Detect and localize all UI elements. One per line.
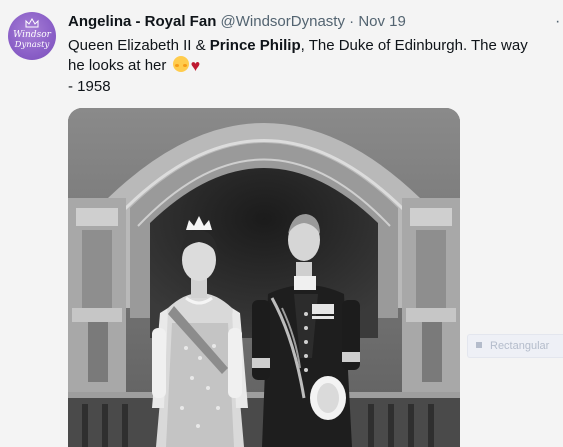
tweet-card[interactable]: Windsor Dynasty Angelina - Royal Fan @Wi… xyxy=(0,0,563,447)
avatar-text-line1: Windsor xyxy=(13,30,51,40)
crown-icon xyxy=(25,18,39,28)
tweet-photo[interactable] xyxy=(68,108,460,447)
avatar-text-line2: Dynasty xyxy=(14,40,50,50)
tweet-text-part1: Queen Elizabeth II & xyxy=(68,37,210,54)
display-name[interactable]: Angelina - Royal Fan xyxy=(68,13,216,30)
rectangular-tag-label: Rectangular xyxy=(490,340,550,352)
smiling-face-with-blush-icon xyxy=(172,56,189,72)
tweet-text-bold: Prince Philip xyxy=(209,37,301,54)
red-heart-icon: ♥ xyxy=(190,58,201,75)
tweet-text-year: - 1958 xyxy=(68,78,111,95)
photo-illustration xyxy=(68,108,460,447)
more-icon[interactable]: · xyxy=(555,12,560,32)
rectangular-tag[interactable]: Rectangular xyxy=(467,334,563,358)
timestamp[interactable]: Nov 19 xyxy=(358,13,406,30)
tweet-text: Queen Elizabeth II & Prince Philip, The … xyxy=(68,36,548,97)
avatar[interactable]: Windsor Dynasty xyxy=(8,12,56,60)
square-icon xyxy=(476,342,482,348)
separator-dot: · xyxy=(349,13,355,30)
user-handle[interactable]: @WindsorDynasty xyxy=(221,13,345,30)
tweet-header: Angelina - Royal Fan @WindsorDynasty · N… xyxy=(68,12,406,32)
